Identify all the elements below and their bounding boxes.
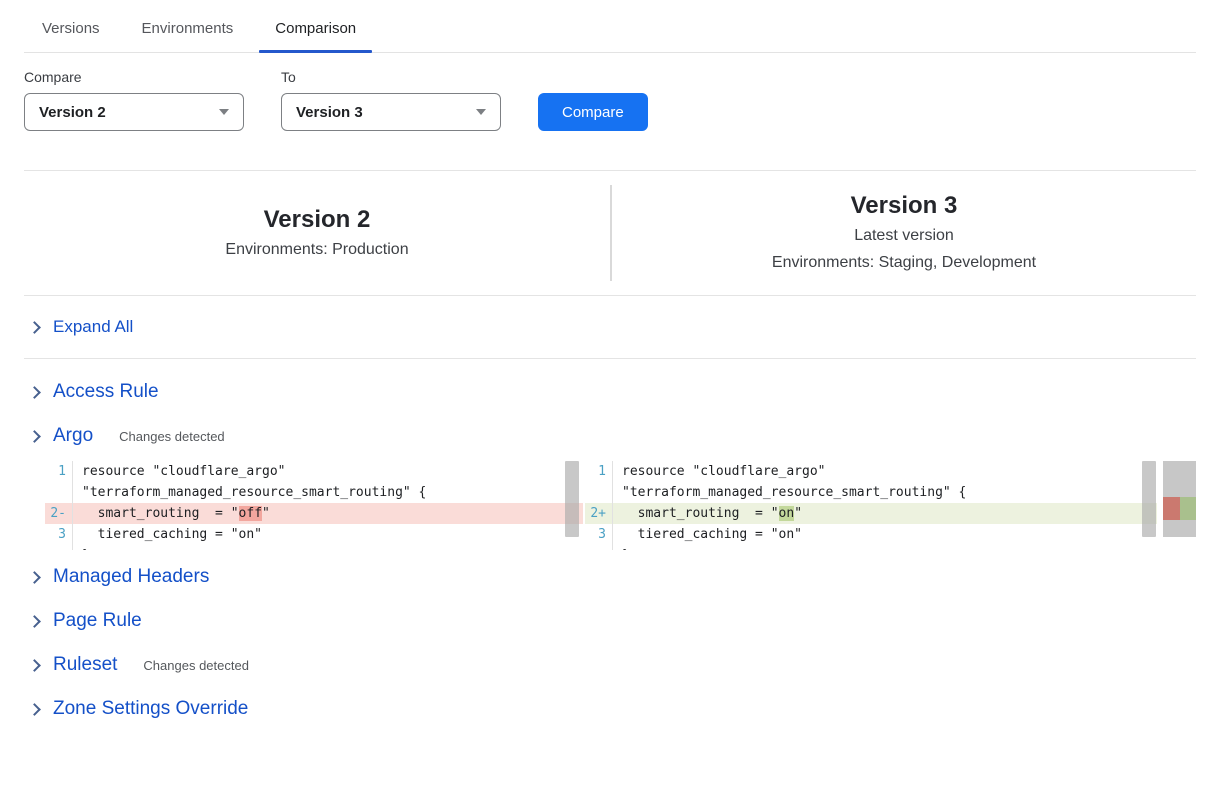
diff-line: 1 resource "cloudflare_argo" xyxy=(585,461,1157,482)
code-segment: " xyxy=(794,506,802,521)
diff-line-wrap: "terraform_managed_resource_smart_routin… xyxy=(45,482,583,503)
code-text: resource "cloudflare_argo" xyxy=(612,461,1157,482)
line-number: 1 xyxy=(45,461,72,482)
chevron-right-icon xyxy=(28,571,41,584)
section-access-rule[interactable]: Access Rule xyxy=(30,381,1196,403)
section-managed-headers[interactable]: Managed Headers xyxy=(30,566,1196,588)
right-version-title: Version 3 xyxy=(612,190,1196,222)
code-text: smart_routing = "on" xyxy=(612,503,1157,524)
diff-overview-ruler[interactable] xyxy=(1163,461,1196,537)
compare-version-select[interactable]: Version 2 xyxy=(24,93,244,131)
section-page-rule[interactable]: Page Rule xyxy=(30,610,1196,632)
compare-field: Compare Version 2 xyxy=(24,69,244,131)
diff-pane-left: 1 resource "cloudflare_argo" "terraform_… xyxy=(45,461,583,550)
right-version-environments: Environments: Staging, Development xyxy=(612,249,1196,276)
diff-line-wrap: "terraform_managed_resource_smart_routin… xyxy=(585,482,1157,503)
code-segment: smart_routing = " xyxy=(622,506,779,521)
tab-environments[interactable]: Environments xyxy=(140,16,236,52)
argo-diff: 1 resource "cloudflare_argo" "terraform_… xyxy=(45,461,1224,550)
section-zone-settings-override[interactable]: Zone Settings Override xyxy=(30,698,1196,720)
line-number: 3 xyxy=(585,524,612,545)
chevron-right-icon xyxy=(28,430,41,443)
diff-line-removed: 2- smart_routing = "off" xyxy=(45,503,583,524)
left-version-environments: Environments: Production xyxy=(24,236,610,263)
code-text: } xyxy=(612,545,1157,550)
chevron-right-icon xyxy=(28,659,41,672)
section-label: Page Rule xyxy=(53,610,142,632)
changes-detected-badge: Changes detected xyxy=(119,429,225,444)
changes-detected-badge: Changes detected xyxy=(143,658,249,673)
section-label: Access Rule xyxy=(53,381,159,403)
line-number: 2- xyxy=(45,503,72,524)
code-text: "terraform_managed_resource_smart_routin… xyxy=(612,482,1157,503)
section-label: Managed Headers xyxy=(53,566,209,588)
diff-line-added: 2+ smart_routing = "on" xyxy=(585,503,1157,524)
line-number xyxy=(45,545,72,550)
section-label: Argo xyxy=(53,425,93,447)
divider xyxy=(24,358,1196,359)
left-version-title: Version 2 xyxy=(24,204,610,236)
section-argo[interactable]: Argo Changes detected xyxy=(30,425,1196,447)
version-header-right: Version 3 Latest version Environments: S… xyxy=(612,190,1196,276)
code-segment: smart_routing = " xyxy=(82,506,239,521)
diff-pane-right: 1 resource "cloudflare_argo" "terraform_… xyxy=(585,461,1157,550)
chevron-right-icon xyxy=(28,703,41,716)
chevron-right-icon xyxy=(28,386,41,399)
compare-version-value: Version 2 xyxy=(39,104,106,121)
section-label: Ruleset xyxy=(53,654,117,676)
code-text: tiered_caching = "on" xyxy=(72,524,583,545)
line-number: 2+ xyxy=(585,503,612,524)
to-field-label: To xyxy=(281,69,501,85)
diff-line: 1 resource "cloudflare_argo" xyxy=(45,461,583,482)
caret-down-icon xyxy=(219,109,229,115)
diff-line: 3 tiered_caching = "on" xyxy=(45,524,583,545)
added-word-highlight: on xyxy=(779,506,795,521)
comparison-page: Versions Environments Comparison Compare… xyxy=(0,0,1224,788)
code-text: smart_routing = "off" xyxy=(72,503,583,524)
compare-controls: Compare Version 2 To Version 3 Compare xyxy=(24,69,1196,131)
line-number xyxy=(585,482,612,503)
line-number: 1 xyxy=(585,461,612,482)
right-version-latest: Latest version xyxy=(612,222,1196,249)
tab-bar: Versions Environments Comparison xyxy=(24,0,1196,53)
expand-all-button[interactable]: Expand All xyxy=(24,296,1196,358)
removed-marker xyxy=(1163,497,1180,520)
version-headers: Version 2 Environments: Production Versi… xyxy=(24,171,1196,295)
compare-button[interactable]: Compare xyxy=(538,93,648,131)
diff-line: } xyxy=(585,545,1157,550)
diff-line: } xyxy=(45,545,583,550)
version-header-left: Version 2 Environments: Production xyxy=(24,204,610,263)
line-number xyxy=(45,482,72,503)
to-version-select[interactable]: Version 3 xyxy=(281,93,501,131)
compare-field-label: Compare xyxy=(24,69,244,85)
to-version-value: Version 3 xyxy=(296,104,363,121)
section-ruleset[interactable]: Ruleset Changes detected xyxy=(30,654,1196,676)
added-marker xyxy=(1180,497,1197,520)
section-label: Zone Settings Override xyxy=(53,698,248,720)
expand-all-label: Expand All xyxy=(53,317,133,337)
code-text: resource "cloudflare_argo" xyxy=(72,461,583,482)
code-segment: " xyxy=(262,506,270,521)
code-text: } xyxy=(72,545,583,550)
scrollbar-thumb[interactable] xyxy=(1142,461,1156,537)
caret-down-icon xyxy=(476,109,486,115)
diff-change-marker xyxy=(1163,497,1196,520)
diff-line: 3 tiered_caching = "on" xyxy=(585,524,1157,545)
chevron-right-icon xyxy=(28,321,41,334)
code-text: tiered_caching = "on" xyxy=(612,524,1157,545)
removed-word-highlight: off xyxy=(239,506,262,521)
code-text: "terraform_managed_resource_smart_routin… xyxy=(72,482,583,503)
line-number: 3 xyxy=(45,524,72,545)
tab-versions[interactable]: Versions xyxy=(40,16,102,52)
chevron-right-icon xyxy=(28,615,41,628)
tab-comparison[interactable]: Comparison xyxy=(273,16,358,52)
line-number xyxy=(585,545,612,550)
to-field: To Version 3 xyxy=(281,69,501,131)
scrollbar-thumb[interactable] xyxy=(565,461,579,537)
